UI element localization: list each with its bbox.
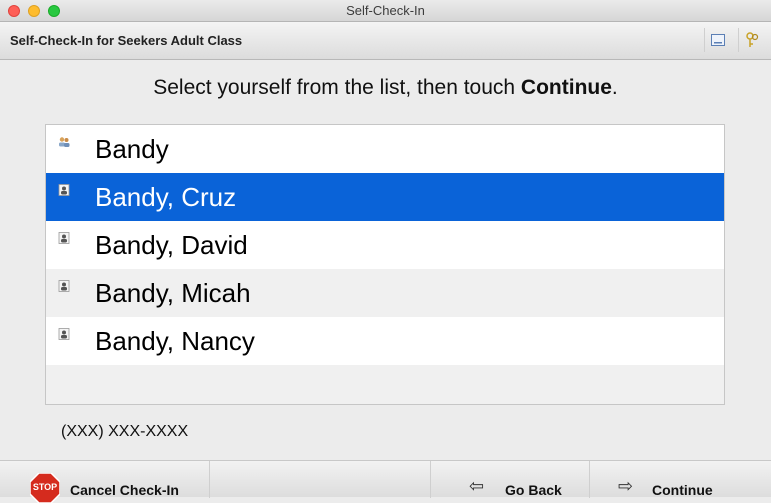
list-item-selected[interactable]: Bandy, Cruz <box>46 173 724 221</box>
instruction-continue-word: Continue <box>520 76 612 99</box>
go-back-button[interactable]: ⇦ Go Back <box>430 461 590 498</box>
title-bar: Self-Check-In <box>0 0 771 22</box>
list-item[interactable]: Bandy, Micah <box>46 269 724 317</box>
stop-sign-icon: STOP <box>30 473 60 503</box>
stop-sign-text: STOP <box>33 482 57 492</box>
keys-button[interactable] <box>738 28 765 52</box>
cancel-check-in-label: Cancel Check-In <box>70 482 179 498</box>
list-item-label: Bandy, Micah <box>95 277 251 308</box>
family-icon <box>59 137 70 147</box>
list-item[interactable]: Bandy <box>46 125 724 173</box>
person-icon <box>58 328 70 340</box>
list-item-label: Bandy, David <box>95 229 248 260</box>
window-title: Self-Check-In <box>346 3 425 18</box>
arrow-left-icon: ⇦ <box>469 476 485 496</box>
list-item[interactable]: Bandy, David <box>46 221 724 269</box>
continue-button[interactable]: ⇨ Continue <box>590 461 760 498</box>
keys-icon <box>746 32 759 47</box>
instruction-suffix: . <box>611 76 618 99</box>
list-item-label: Bandy, Nancy <box>95 325 255 356</box>
instruction-prefix: Select yourself from the list, then touc… <box>153 76 521 99</box>
list-item[interactable]: Bandy, Nancy <box>46 317 724 365</box>
header-bar: Self-Check-In for Seekers Adult Class <box>0 22 771 60</box>
page-title: Self-Check-In for Seekers Adult Class <box>10 33 243 48</box>
list-item-label: Bandy, Cruz <box>95 181 237 212</box>
person-icon <box>58 280 70 292</box>
cancel-check-in-button[interactable]: STOP Cancel Check-In <box>0 461 210 503</box>
list-item-label: Bandy <box>95 133 169 164</box>
arrow-right-icon: ⇨ <box>618 476 634 496</box>
footer-bar: STOP Cancel Check-In ⇦ Go Back ⇨ Continu… <box>0 460 771 503</box>
go-back-label: Go Back <box>505 482 562 498</box>
list-empty-row <box>46 365 724 404</box>
person-icon <box>58 232 70 244</box>
instruction-text: Select yourself from the list, then touc… <box>0 76 771 100</box>
display-icon <box>711 34 725 46</box>
continue-label: Continue <box>652 482 713 498</box>
person-icon <box>58 184 70 196</box>
person-list[interactable]: Bandy Bandy, Cruz Bandy, David Bandy, Mi… <box>45 124 725 405</box>
phone-number: (XXX) XXX-XXXX <box>61 423 189 440</box>
display-button[interactable] <box>704 28 731 52</box>
